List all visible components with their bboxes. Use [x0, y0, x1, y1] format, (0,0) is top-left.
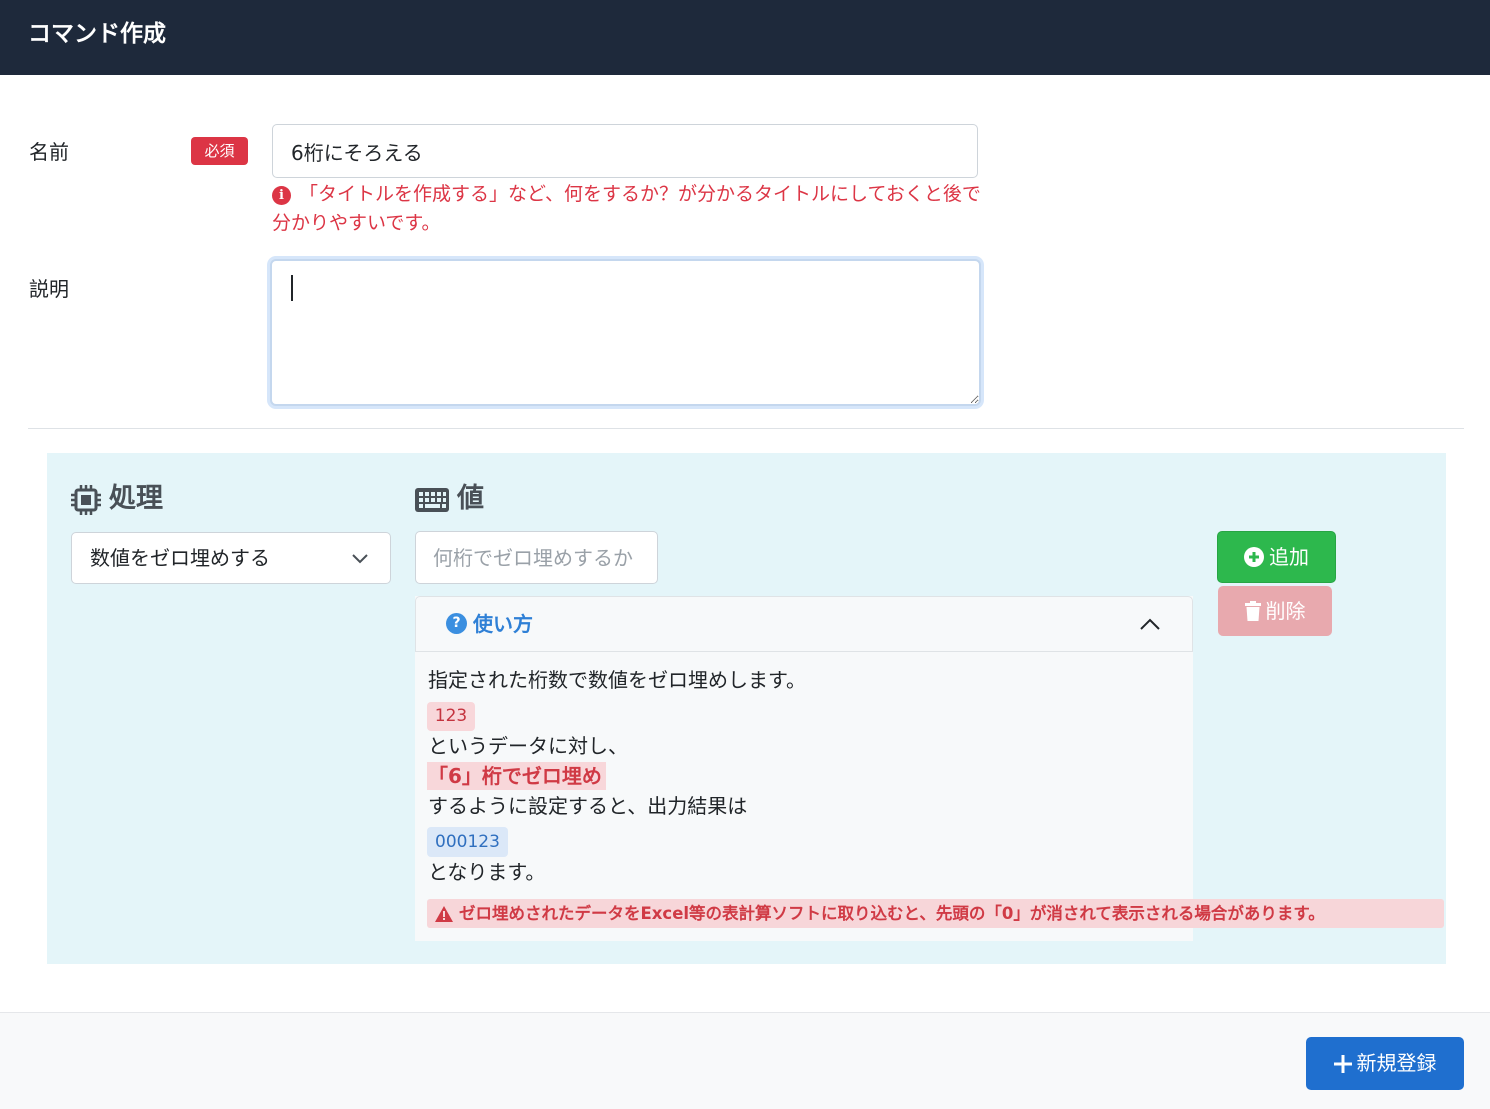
usage-title: 使い方 [473, 612, 533, 636]
operation-heading: 処理 [109, 483, 163, 514]
operation-select[interactable]: 数値をゼロ埋めする [71, 532, 391, 584]
footer-bar [0, 1012, 1490, 1109]
name-input[interactable] [272, 124, 978, 178]
description-label: 説明 [29, 277, 69, 301]
description-textarea[interactable] [270, 259, 981, 406]
value-input[interactable] [415, 531, 658, 584]
plus-circle-icon [1244, 547, 1264, 567]
warning-icon [435, 906, 453, 922]
operation-selected-value: 数値をゼロ埋めする [90, 546, 270, 570]
register-button[interactable]: 新規登録 [1306, 1037, 1464, 1090]
name-label: 名前 [29, 140, 69, 164]
register-button-label: 新規登録 [1356, 1051, 1437, 1075]
question-icon: ? [446, 613, 467, 634]
info-icon: i [272, 186, 291, 205]
name-hint-text: 「タイトルを作成する」など、何をするか？が分かるタイトルにしておくと後で分かりや… [272, 183, 981, 234]
name-hint: i 「タイトルを作成する」など、何をするか？が分かるタイトルにしておくと後で分かり… [272, 180, 984, 238]
chevron-up-icon[interactable] [1139, 614, 1161, 634]
app-header: コマンド作成 [0, 0, 1490, 75]
input-example-chip: 123 [427, 702, 475, 731]
usage-line-3: するように設定すると、出力結果は [428, 794, 748, 818]
page-title: コマンド作成 [28, 21, 166, 47]
warning-note: ゼロ埋めされたデータをExcel等の表計算ソフトに取り込むと、先頭の「0」が消さ… [427, 899, 1444, 928]
required-badge: 必須 [191, 137, 248, 165]
warning-text: ゼロ埋めされたデータをExcel等の表計算ソフトに取り込むと、先頭の「0」が消さ… [459, 904, 1325, 923]
chevron-down-icon [352, 554, 368, 564]
section-divider [28, 428, 1464, 429]
value-heading: 値 [457, 483, 484, 514]
delete-button[interactable]: 削除 [1218, 586, 1332, 636]
plus-icon [1333, 1055, 1352, 1073]
trash-icon [1244, 601, 1261, 621]
keyboard-icon [415, 488, 449, 512]
usage-line-4: となります。 [428, 860, 546, 884]
delete-button-label: 削除 [1265, 599, 1306, 623]
add-button[interactable]: 追加 [1217, 531, 1336, 583]
usage-line-2: というデータに対し、 [428, 734, 628, 758]
usage-emphasis: 「6」桁でゼロ埋め [427, 762, 606, 790]
text-caret [291, 275, 293, 301]
add-button-label: 追加 [1269, 545, 1309, 569]
usage-line-1: 指定された桁数で数値をゼロ埋めします。 [428, 668, 806, 692]
cpu-icon [71, 485, 101, 515]
output-example-chip: 000123 [427, 827, 508, 857]
